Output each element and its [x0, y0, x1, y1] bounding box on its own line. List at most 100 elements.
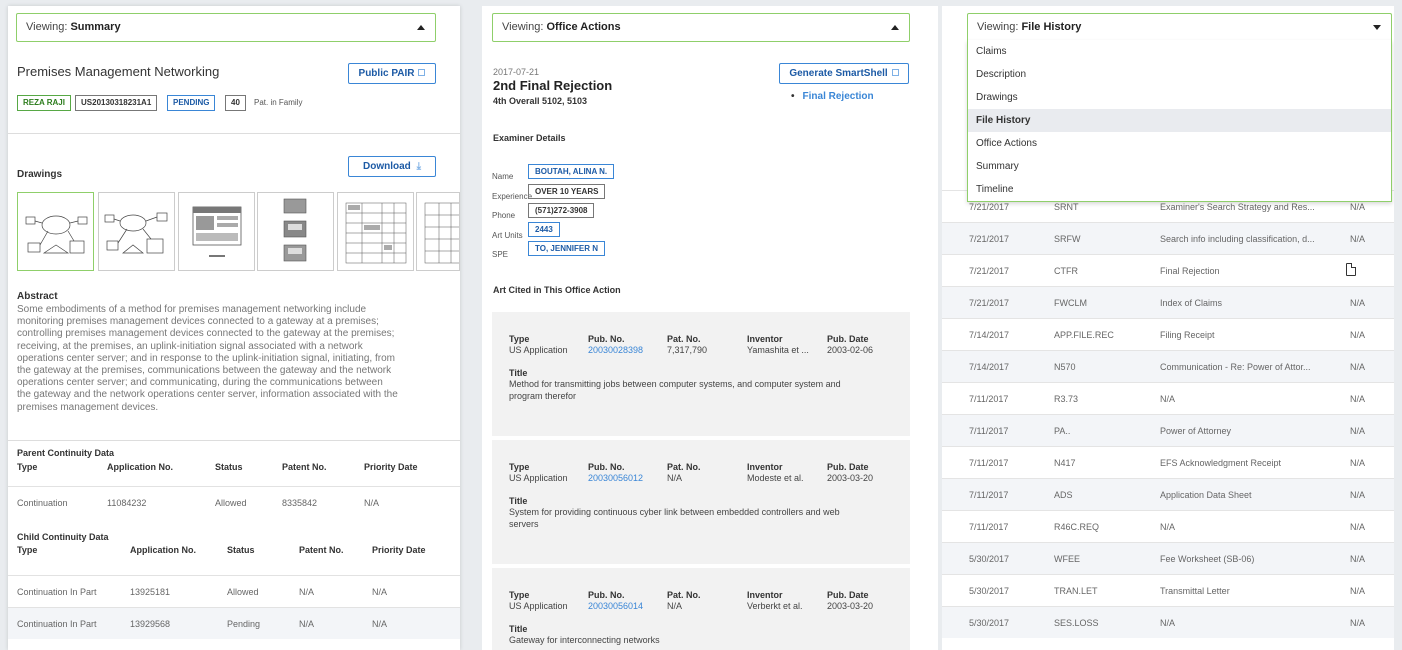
cell-document: N/A [1350, 522, 1366, 532]
abstract-line: operations center server; and in respons… [17, 352, 395, 364]
card-header-title: Title [509, 368, 528, 378]
cell-description[interactable]: Application Data Sheet [1160, 490, 1252, 500]
cell-code: SRNT [1054, 202, 1079, 212]
dropdown-option-drawings[interactable]: Drawings [968, 86, 1391, 109]
examiner-experience-label: Experience [492, 192, 533, 201]
table-row[interactable]: 7/14/2017 N570 Communication - Re: Power… [942, 350, 1394, 382]
cell-description[interactable]: Communication - Re: Power of Attor... [1160, 362, 1311, 372]
abstract-line: Some embodiments of a method for premise… [17, 304, 367, 315]
cited-art-card[interactable]: Type Pub. No. Pat. No. Inventor Pub. Dat… [492, 440, 910, 564]
cell-description[interactable]: Examiner's Search Strategy and Res... [1160, 202, 1315, 212]
external-link-icon [418, 69, 426, 76]
view-selector-value: Office Actions [546, 21, 621, 33]
table-row[interactable]: Continuation 11084232 Allowed 8335842 N/… [8, 486, 460, 518]
generate-smartshell-button[interactable]: Generate SmartShell [779, 63, 909, 84]
card-header-title: Title [509, 496, 528, 506]
cited-art-card[interactable]: Type Pub. No. Pat. No. Inventor Pub. Dat… [492, 568, 910, 650]
patent-title: Premises Management Networking [17, 64, 220, 79]
card-pub-link[interactable]: 20030056012 [588, 473, 643, 483]
view-selector-file-history[interactable]: Viewing: File History [967, 13, 1392, 42]
abstract-line: monitoring premises management devices c… [17, 316, 379, 328]
dropdown-option-office-actions[interactable]: Office Actions [968, 132, 1391, 155]
cell-date: 7/21/2017 [969, 298, 1010, 308]
dropdown-option-summary[interactable]: Summary [968, 155, 1391, 178]
card-header-date: Pub. Date [827, 334, 869, 344]
examiner-experience-value: OVER 10 YEARS [528, 184, 606, 199]
table-row[interactable]: 7/14/2017 APP.FILE.REC Filing Receipt N/… [942, 318, 1394, 350]
card-header-pub: Pub. No. [588, 462, 625, 472]
cell-date: 7/21/2017 [969, 234, 1010, 244]
card-title-line: Gateway for interconnecting networks [509, 635, 660, 645]
inventor-tag[interactable]: REZA RAJI [17, 95, 71, 111]
drawing-thumbnail[interactable] [17, 192, 94, 271]
cell-status: Allowed [227, 587, 259, 597]
table-row[interactable]: 7/21/2017 FWCLM Index of Claims N/A [942, 286, 1394, 318]
view-selector-prefix: Viewing: [977, 21, 1022, 33]
cell-description[interactable]: N/A [1160, 522, 1175, 532]
cell-code: CTFR [1054, 266, 1078, 276]
table-row[interactable]: 5/30/2017 SES.LOSS N/A N/A [942, 606, 1394, 638]
cell-description[interactable]: Search info including classification, d.… [1160, 234, 1315, 244]
table-row[interactable]: Continuation In Part 13925181 Allowed N/… [8, 575, 460, 607]
cell-status: Pending [227, 619, 261, 629]
download-label: Download [363, 161, 411, 172]
cited-art-card[interactable]: Type Pub. No. Pat. No. Inventor Pub. Dat… [492, 312, 910, 436]
cell-description[interactable]: Fee Worksheet (SB-06) [1160, 554, 1254, 564]
drawing-thumbnail[interactable] [98, 192, 175, 271]
cell-description[interactable]: Index of Claims [1160, 298, 1222, 308]
examiner-name-value[interactable]: BOUTAH, ALINA N. [528, 164, 615, 179]
dropdown-option-claims[interactable]: Claims [968, 40, 1391, 63]
cell-description[interactable]: EFS Acknowledgment Receipt [1160, 458, 1281, 468]
card-date: 2003-03-20 [827, 601, 874, 611]
cell-description[interactable]: Filing Receipt [1160, 330, 1215, 340]
examiner-spe-value[interactable]: TO, JENNIFER N [528, 241, 605, 256]
table-row[interactable]: 7/11/2017 PA.. Power of Attorney N/A [942, 414, 1394, 446]
table-drawing [424, 202, 459, 264]
table-row[interactable]: 7/21/2017 SRFW Search info including cla… [942, 222, 1394, 254]
cell-description[interactable]: N/A [1160, 618, 1175, 628]
view-selector-office-actions[interactable]: Viewing: Office Actions [492, 13, 910, 42]
table-row[interactable]: 7/11/2017 N417 EFS Acknowledgment Receip… [942, 446, 1394, 478]
cell-type: Continuation In Part [17, 587, 97, 597]
table-drawing [345, 202, 407, 264]
final-rejection-link[interactable]: • Final Rejection [791, 91, 874, 102]
view-selector-summary[interactable]: Viewing: Summary [16, 13, 436, 42]
cell-description[interactable]: Power of Attorney [1160, 426, 1231, 436]
table-row[interactable]: Continuation In Part 13929568 Pending N/… [8, 607, 460, 639]
card-pat: N/A [667, 601, 683, 611]
card-header-date: Pub. Date [827, 462, 869, 472]
cell-patent: 8335842 [282, 498, 318, 508]
drawing-thumbnail[interactable] [416, 192, 460, 271]
cell-description[interactable]: Final Rejection [1160, 266, 1220, 276]
card-pub-link[interactable]: 20030056014 [588, 601, 643, 611]
table-row[interactable]: 7/21/2017 CTFR Final Rejection [942, 254, 1394, 286]
drawing-thumbnail[interactable] [337, 192, 414, 271]
table-row[interactable]: 5/30/2017 WFEE Fee Worksheet (SB-06) N/A [942, 542, 1394, 574]
download-button[interactable]: Download ⤓ [348, 156, 436, 177]
cell-patent: N/A [299, 619, 315, 629]
document-icon[interactable] [1346, 263, 1356, 276]
examiner-art-units-value[interactable]: 2443 [528, 222, 560, 237]
card-pub-link[interactable]: 20030028398 [588, 345, 643, 355]
dropdown-option-description[interactable]: Description [968, 63, 1391, 86]
cell-description[interactable]: N/A [1160, 394, 1175, 404]
cell-document: N/A [1350, 586, 1366, 596]
card-inventor: Yamashita et ... [747, 345, 809, 355]
card-header-type: Type [509, 334, 530, 344]
table-row[interactable]: 7/11/2017 R3.73 N/A N/A [942, 382, 1394, 414]
card-header-title: Title [509, 624, 528, 634]
table-row[interactable]: 7/11/2017 ADS Application Data Sheet N/A [942, 478, 1394, 510]
caret-up-icon [891, 25, 899, 30]
cell-priority: N/A [372, 587, 388, 597]
cell-date: 7/11/2017 [969, 394, 1009, 404]
office-action-title: 2nd Final Rejection [493, 78, 613, 93]
drawing-thumbnail[interactable] [257, 192, 334, 271]
dropdown-option-timeline[interactable]: Timeline [968, 178, 1391, 201]
table-row[interactable]: 7/11/2017 R46C.REQ N/A N/A [942, 510, 1394, 542]
table-row[interactable]: 5/30/2017 TRAN.LET Transmittal Letter N/… [942, 574, 1394, 606]
cell-description[interactable]: Transmittal Letter [1160, 586, 1230, 596]
public-pair-button[interactable]: Public PAIR [348, 63, 436, 84]
cell-type: Continuation In Part [17, 619, 97, 629]
dropdown-option-file-history[interactable]: File History [968, 109, 1391, 132]
drawing-thumbnail[interactable] [178, 192, 255, 271]
